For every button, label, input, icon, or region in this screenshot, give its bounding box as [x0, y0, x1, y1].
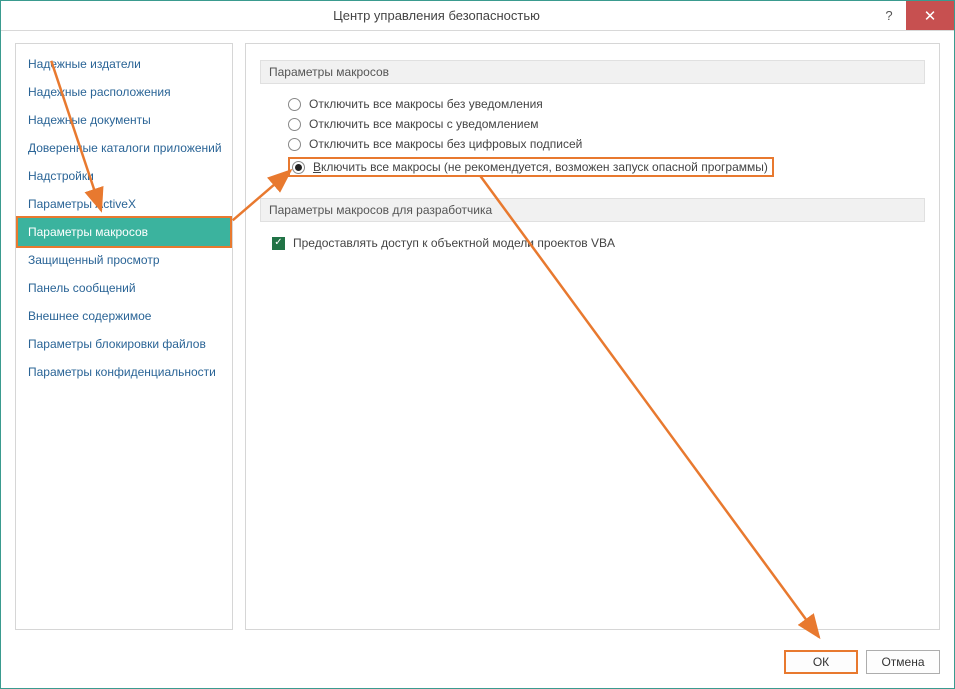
ok-button[interactable]: ОК	[784, 650, 858, 674]
sidebar-item-label: Надежные расположения	[28, 85, 171, 99]
help-button[interactable]: ?	[872, 1, 906, 30]
checkbox-trust-vba-model[interactable]: ✓ Предоставлять доступ к объектной модел…	[272, 232, 925, 254]
sidebar-item-label: Надежные издатели	[28, 57, 141, 71]
dialog-footer: ОК Отмена	[784, 650, 940, 674]
radio-disable-no-notification[interactable]: Отключить все макросы без уведомления	[288, 94, 925, 114]
sidebar-item-label: Внешнее содержимое	[28, 309, 151, 323]
window-title: Центр управления безопасностью	[1, 8, 872, 23]
radio-icon	[292, 161, 305, 174]
sidebar-item-trusted-locations[interactable]: Надежные расположения	[16, 78, 232, 106]
sidebar: Надежные издатели Надежные расположения …	[15, 43, 233, 630]
sidebar-item-protected-view[interactable]: Защищенный просмотр	[16, 246, 232, 274]
radio-label: Включить все макросы (не рекомендуется, …	[313, 160, 768, 174]
radio-label: Отключить все макросы без цифровых подпи…	[309, 137, 582, 151]
sidebar-item-activex-settings[interactable]: Параметры ActiveX	[16, 190, 232, 218]
window-controls: ? ✕	[872, 1, 954, 30]
sidebar-item-external-content[interactable]: Внешнее содержимое	[16, 302, 232, 330]
sidebar-item-addins[interactable]: Надстройки	[16, 162, 232, 190]
radio-disable-with-notification[interactable]: Отключить все макросы с уведомлением	[288, 114, 925, 134]
titlebar: Центр управления безопасностью ? ✕	[1, 1, 954, 31]
section-header-macro-settings: Параметры макросов	[260, 60, 925, 84]
section-header-developer-macro-settings: Параметры макросов для разработчика	[260, 198, 925, 222]
sidebar-item-trusted-documents[interactable]: Надежные документы	[16, 106, 232, 134]
radio-enable-all[interactable]: Включить все макросы (не рекомендуется, …	[288, 154, 925, 180]
sidebar-item-label: Параметры ActiveX	[28, 197, 136, 211]
close-button[interactable]: ✕	[906, 1, 954, 30]
sidebar-item-message-bar[interactable]: Панель сообщений	[16, 274, 232, 302]
ok-button-label: ОК	[813, 655, 829, 669]
dialog-window: Центр управления безопасностью ? ✕ Надеж…	[0, 0, 955, 689]
cancel-button-label: Отмена	[881, 655, 924, 669]
sidebar-item-label: Параметры конфиденциальности	[28, 365, 216, 379]
radio-icon	[288, 118, 301, 131]
radio-label: Отключить все макросы без уведомления	[309, 97, 543, 111]
sidebar-item-label: Параметры блокировки файлов	[28, 337, 206, 351]
sidebar-item-trusted-app-catalogs[interactable]: Доверенные каталоги приложений	[16, 134, 232, 162]
sidebar-item-macro-settings[interactable]: Параметры макросов	[16, 216, 232, 248]
sidebar-item-label: Панель сообщений	[28, 281, 136, 295]
radio-label: Отключить все макросы с уведомлением	[309, 117, 539, 131]
sidebar-item-label: Параметры макросов	[28, 225, 148, 239]
sidebar-item-label: Надежные документы	[28, 113, 151, 127]
radio-icon	[288, 98, 301, 111]
macro-radio-group: Отключить все макросы без уведомления От…	[288, 94, 925, 180]
radio-highlight-box: Включить все макросы (не рекомендуется, …	[288, 157, 774, 177]
close-icon: ✕	[924, 7, 937, 25]
dialog-body: Надежные издатели Надежные расположения …	[1, 31, 954, 688]
radio-disable-unsigned[interactable]: Отключить все макросы без цифровых подпи…	[288, 134, 925, 154]
cancel-button[interactable]: Отмена	[866, 650, 940, 674]
checkbox-label: Предоставлять доступ к объектной модели …	[293, 236, 615, 250]
sidebar-item-label: Доверенные каталоги приложений	[28, 141, 222, 155]
radio-icon	[288, 138, 301, 151]
columns: Надежные издатели Надежные расположения …	[15, 43, 940, 630]
sidebar-item-trusted-publishers[interactable]: Надежные издатели	[16, 50, 232, 78]
checkbox-icon: ✓	[272, 237, 285, 250]
sidebar-item-file-block-settings[interactable]: Параметры блокировки файлов	[16, 330, 232, 358]
content-panel: Параметры макросов Отключить все макросы…	[245, 43, 940, 630]
sidebar-item-label: Защищенный просмотр	[28, 253, 160, 267]
sidebar-item-privacy-options[interactable]: Параметры конфиденциальности	[16, 358, 232, 386]
sidebar-item-label: Надстройки	[28, 169, 94, 183]
